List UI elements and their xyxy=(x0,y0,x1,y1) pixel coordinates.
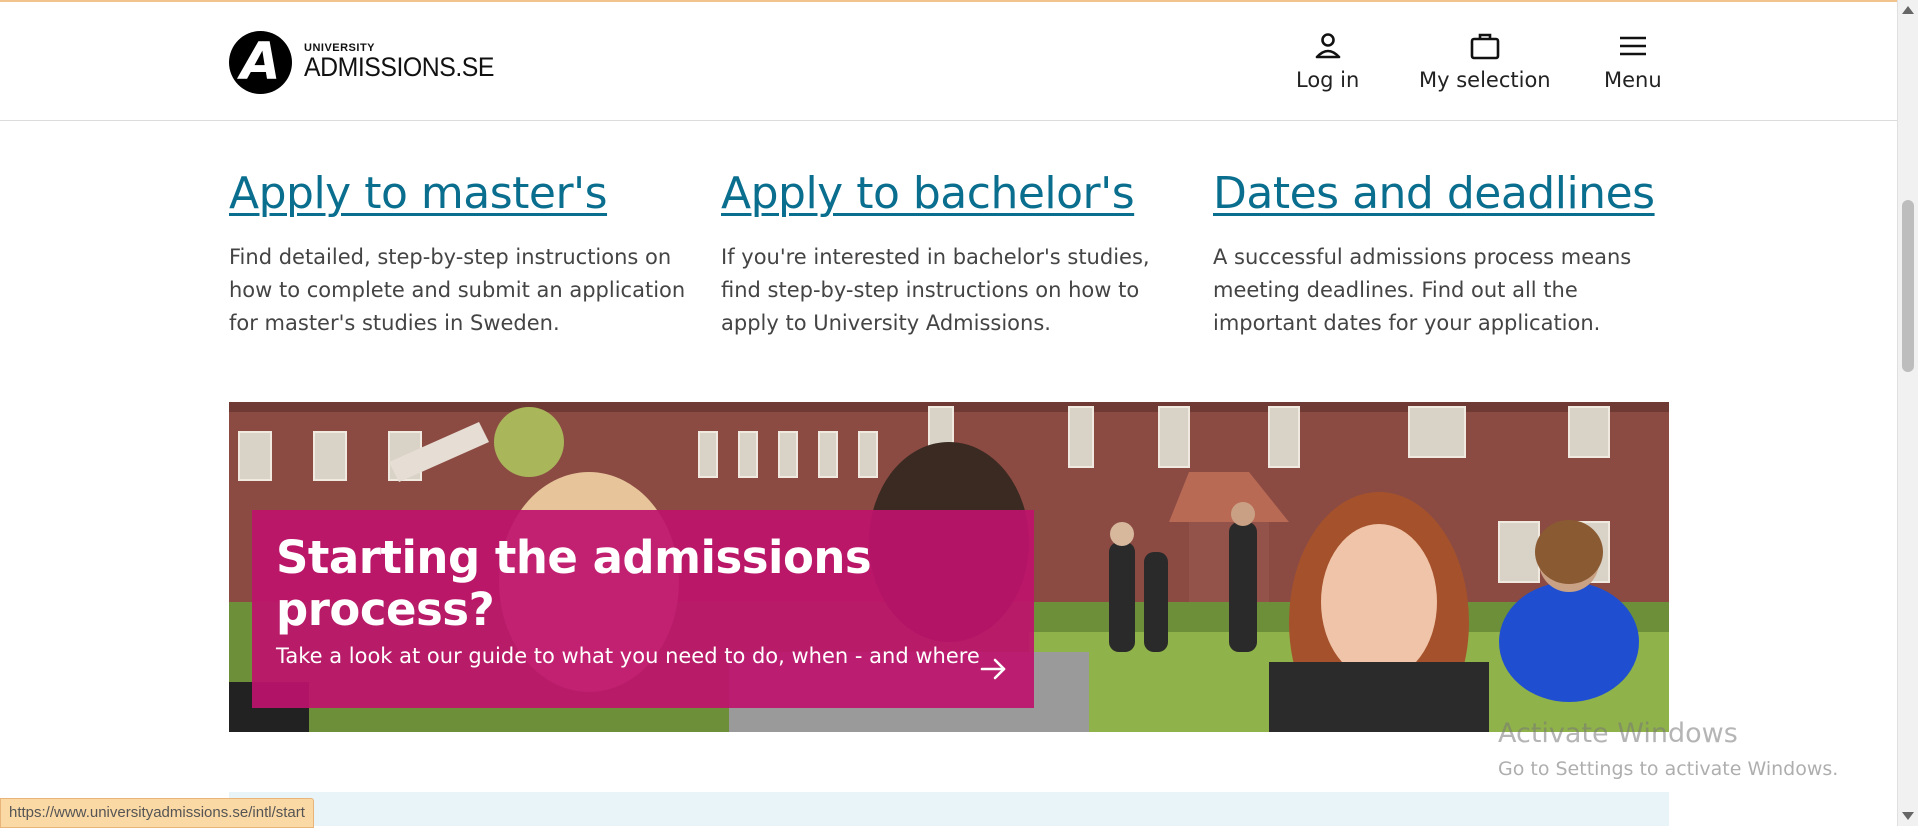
apply-bachelors-description: If you're interested in bachelor's studi… xyxy=(721,245,1150,335)
dates-deadlines-link[interactable]: Dates and deadlines xyxy=(1213,168,1673,219)
user-icon xyxy=(1315,33,1340,59)
my-selection-button[interactable]: My selection xyxy=(1419,30,1551,92)
arrow-right-icon[interactable] xyxy=(978,654,1008,684)
hero-subtitle: Take a look at our guide to what you nee… xyxy=(276,643,980,668)
logo-mark: A xyxy=(229,30,292,94)
site-logo[interactable]: A UNIVERSITY ADMISSIONS.SE xyxy=(229,30,511,94)
logo-text: UNIVERSITY ADMISSIONS.SE xyxy=(304,43,511,81)
logo-big-text: ADMISSIONS.SE xyxy=(304,52,495,82)
hamburger-icon xyxy=(1619,36,1646,56)
apply-bachelors-link[interactable]: Apply to bachelor's xyxy=(721,168,1181,219)
activate-windows-subtitle: Go to Settings to activate Windows. xyxy=(1498,758,1839,780)
card-apply-bachelors: Apply to bachelor's If you're interested… xyxy=(721,168,1181,340)
apply-masters-link[interactable]: Apply to master's xyxy=(229,168,689,219)
briefcase-icon xyxy=(1470,33,1500,60)
info-band xyxy=(229,792,1669,826)
card-dates-deadlines: Dates and deadlines A successful admissi… xyxy=(1213,168,1673,340)
status-bar-url: https://www.universityadmissions.se/intl… xyxy=(0,798,314,828)
apply-masters-description: Find detailed, step-by-step instructions… xyxy=(229,245,686,335)
hero-banner[interactable]: Starting the admissions process? Take a … xyxy=(229,402,1669,732)
card-apply-masters: Apply to master's Find detailed, step-by… xyxy=(229,168,689,340)
my-selection-label: My selection xyxy=(1419,68,1551,92)
login-button[interactable]: Log in xyxy=(1296,30,1359,92)
scroll-down-arrow-icon[interactable] xyxy=(1902,812,1914,820)
hero-card[interactable]: Starting the admissions process? Take a … xyxy=(252,510,1034,708)
scroll-up-arrow-icon[interactable] xyxy=(1902,6,1914,14)
menu-label: Menu xyxy=(1604,68,1662,92)
hero-title: Starting the admissions process? xyxy=(276,531,872,636)
menu-button[interactable]: Menu xyxy=(1604,30,1662,92)
vertical-scrollbar[interactable] xyxy=(1897,0,1918,826)
dates-deadlines-description: A successful admissions process means me… xyxy=(1213,245,1632,335)
activate-windows-title: Activate Windows xyxy=(1498,718,1738,749)
site-header: A UNIVERSITY ADMISSIONS.SE Log in My sel… xyxy=(0,2,1898,121)
login-label: Log in xyxy=(1296,68,1360,92)
scroll-thumb[interactable] xyxy=(1902,200,1914,372)
